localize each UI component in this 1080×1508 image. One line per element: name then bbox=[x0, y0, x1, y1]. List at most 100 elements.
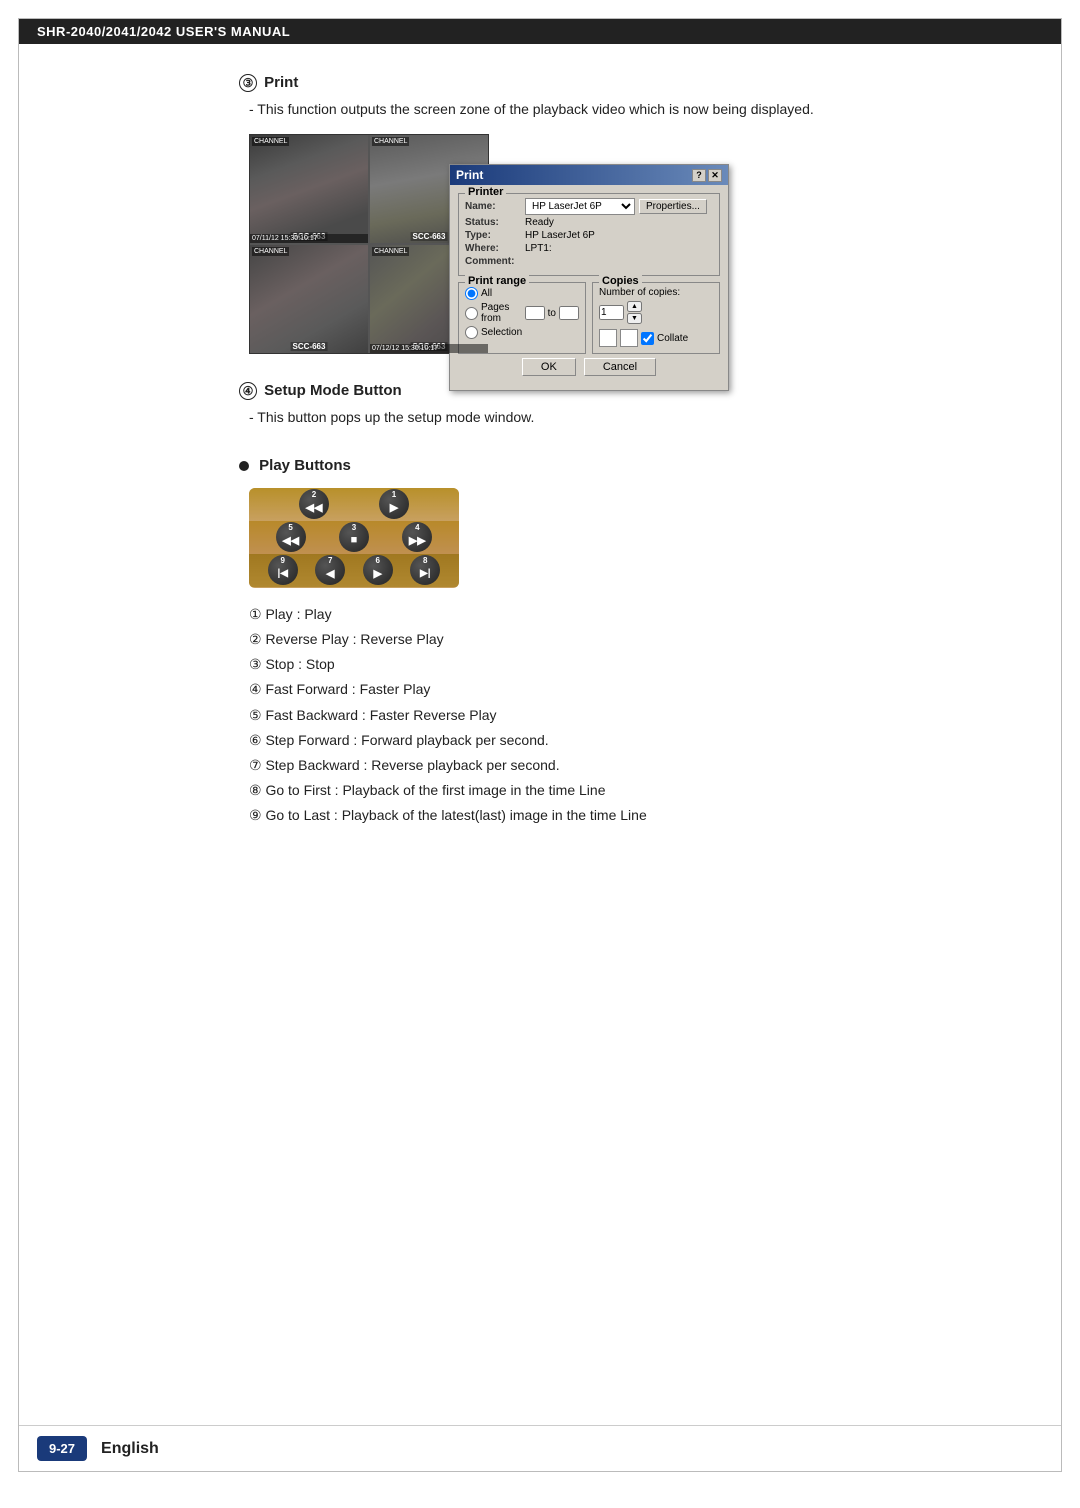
dialog-title: Print bbox=[456, 168, 483, 182]
header-bar: SHR-2040/2041/2042 USER'S MANUAL bbox=[19, 19, 1061, 44]
play-descriptions-list: ① Play : Play ② Reverse Play : Reverse P… bbox=[249, 602, 971, 829]
pb-circle-7: 7 ◀ bbox=[315, 555, 345, 585]
pb-circle-4: 4 ▶▶ bbox=[402, 522, 432, 552]
pb-circle-6: 6 ▶ bbox=[363, 555, 393, 585]
dialog-title-buttons: ? ✕ bbox=[692, 169, 722, 182]
bullet-dot bbox=[239, 461, 249, 471]
pb-row-top: 2 ◀◀ 1 ▶ bbox=[249, 488, 459, 521]
ok-button[interactable]: OK bbox=[522, 358, 576, 376]
page-badge: 9-27 bbox=[37, 1436, 87, 1461]
pb-circle-9: 9 |◀ bbox=[268, 555, 298, 585]
pb-circle-2: 2 ◀◀ bbox=[299, 489, 329, 519]
play-buttons-image: 2 ◀◀ 1 ▶ 5 bbox=[249, 488, 459, 588]
where-label: Where: bbox=[465, 243, 525, 254]
print-desc: - This function outputs the screen zone … bbox=[249, 98, 971, 120]
print-range-title: Print range bbox=[465, 275, 529, 287]
cam-top-label-1: CHANNEL bbox=[372, 137, 409, 146]
copies-spinner: ▲ ▼ bbox=[627, 301, 642, 324]
pb-btn-8: 8 ▶| bbox=[410, 555, 440, 585]
cam-timestamp-0: 07/11/12 15:30:10:17 bbox=[250, 234, 368, 243]
where-row: Where: LPT1: bbox=[465, 243, 713, 254]
setup-desc: - This button pops up the setup mode win… bbox=[249, 406, 971, 428]
printer-group-title: Printer bbox=[465, 186, 506, 198]
print-screenshot: CHANNEL SCC-663 07/11/12 15:30:10:17 CHA… bbox=[249, 134, 971, 354]
pages-radio[interactable] bbox=[465, 307, 478, 320]
copies-down-btn[interactable]: ▼ bbox=[627, 313, 642, 324]
play-desc-4: ④ Fast Forward : Faster Play bbox=[249, 677, 971, 702]
pb-btn-6: 6 ▶ bbox=[363, 555, 393, 585]
cancel-button[interactable]: Cancel bbox=[584, 358, 656, 376]
pb-row-bot: 9 |◀ 7 ◀ 6 ▶ bbox=[249, 554, 459, 587]
printer-group: Printer Name: HP LaserJet 6P Properties.… bbox=[458, 193, 720, 276]
play-desc-3: ③ Stop : Stop bbox=[249, 652, 971, 677]
pages-label: Pages from bbox=[481, 302, 522, 324]
copies-input[interactable] bbox=[599, 305, 624, 320]
all-label: All bbox=[481, 288, 492, 299]
dialog-lower: Print range All Pages from to bbox=[458, 282, 720, 354]
copies-title: Copies bbox=[599, 275, 642, 287]
collate-checkbox[interactable] bbox=[641, 332, 654, 345]
main-content: ③ Print - This function outputs the scre… bbox=[19, 44, 1061, 897]
cam-top-label-2: CHANNEL bbox=[252, 247, 289, 256]
selection-radio[interactable] bbox=[465, 326, 478, 339]
dialog-help-btn[interactable]: ? bbox=[692, 169, 706, 182]
play-buttons-section: Play Buttons 2 ◀◀ 1 ▶ bbox=[239, 457, 971, 829]
type-row: Type: HP LaserJet 6P bbox=[465, 230, 713, 241]
print-number: ③ bbox=[239, 74, 257, 92]
dialog-close-btn[interactable]: ✕ bbox=[708, 169, 722, 182]
copies-input-row: ▲ ▼ bbox=[599, 301, 713, 324]
play-desc-1: ① Play : Play bbox=[249, 602, 971, 627]
print-title: ③ Print bbox=[239, 74, 971, 92]
pb-btn-4: 4 ▶▶ bbox=[402, 522, 432, 552]
header-title: SHR-2040/2041/2042 USER'S MANUAL bbox=[37, 24, 290, 39]
collate-row: Collate bbox=[599, 329, 713, 347]
pb-circle-3: 3 ■ bbox=[339, 522, 369, 552]
play-desc-6: ⑥ Step Forward : Forward playback per se… bbox=[249, 728, 971, 753]
play-buttons-title: Play Buttons bbox=[239, 457, 971, 474]
printer-select[interactable]: HP LaserJet 6P bbox=[525, 198, 635, 215]
print-dialog: Print ? ✕ Printer Name: bbox=[449, 164, 729, 391]
pb-btn-5: 5 ◀◀ bbox=[276, 522, 306, 552]
properties-button[interactable]: Properties... bbox=[639, 199, 707, 214]
play-desc-5: ⑤ Fast Backward : Faster Reverse Play bbox=[249, 703, 971, 728]
play-desc-7: ⑦ Step Backward : Reverse playback per s… bbox=[249, 753, 971, 778]
pb-btn-2: 2 ◀◀ bbox=[299, 489, 329, 519]
type-value: HP LaserJet 6P bbox=[525, 230, 595, 241]
footer-language: English bbox=[101, 1440, 159, 1458]
cam-label-2: SCC-663 bbox=[291, 342, 328, 351]
type-label: Type: bbox=[465, 230, 525, 241]
pb-circle-8: 8 ▶| bbox=[410, 555, 440, 585]
play-desc-2: ② Reverse Play : Reverse Play bbox=[249, 627, 971, 652]
cam-cell-0: CHANNEL SCC-663 07/11/12 15:30:10:17 bbox=[250, 135, 368, 243]
pages-to-input[interactable] bbox=[559, 306, 579, 320]
footer: 9-27 English bbox=[19, 1425, 1061, 1471]
to-label: to bbox=[548, 308, 556, 319]
name-row: Name: HP LaserJet 6P Properties... bbox=[465, 198, 713, 215]
pb-row-mid: 5 ◀◀ 3 ■ 4 ▶▶ bbox=[249, 521, 459, 554]
status-value: Ready bbox=[525, 217, 554, 228]
collate-icon-1 bbox=[599, 329, 617, 347]
pb-btn-7: 7 ◀ bbox=[315, 555, 345, 585]
play-desc-8: ⑧ Go to First : Playback of the first im… bbox=[249, 778, 971, 803]
collate-label: Collate bbox=[657, 333, 688, 344]
num-copies-label: Number of copies: bbox=[599, 287, 713, 298]
status-row: Status: Ready bbox=[465, 217, 713, 228]
dialog-body: Printer Name: HP LaserJet 6P Properties.… bbox=[450, 185, 728, 390]
pages-from-input[interactable] bbox=[525, 306, 545, 320]
comment-row: Comment: bbox=[465, 256, 713, 267]
copies-up-btn[interactable]: ▲ bbox=[627, 301, 642, 312]
play-desc-9: ⑨ Go to Last : Playback of the latest(la… bbox=[249, 803, 971, 828]
cam-label-1: SCC-663 bbox=[411, 232, 448, 241]
dialog-titlebar: Print ? ✕ bbox=[450, 165, 728, 185]
selection-radio-row: Selection bbox=[465, 326, 579, 339]
all-radio-row: All bbox=[465, 287, 579, 300]
cam-top-label-3: CHANNEL bbox=[372, 247, 409, 256]
selection-label: Selection bbox=[481, 327, 522, 338]
pb-btn-9: 9 |◀ bbox=[268, 555, 298, 585]
cam-top-label-0: CHANNEL bbox=[252, 137, 289, 146]
page: SHR-2040/2041/2042 USER'S MANUAL ③ Print… bbox=[18, 18, 1062, 1472]
where-value: LPT1: bbox=[525, 243, 552, 254]
comment-label: Comment: bbox=[465, 256, 525, 267]
all-radio[interactable] bbox=[465, 287, 478, 300]
cam-cell-2: CHANNEL SCC-663 bbox=[250, 245, 368, 353]
